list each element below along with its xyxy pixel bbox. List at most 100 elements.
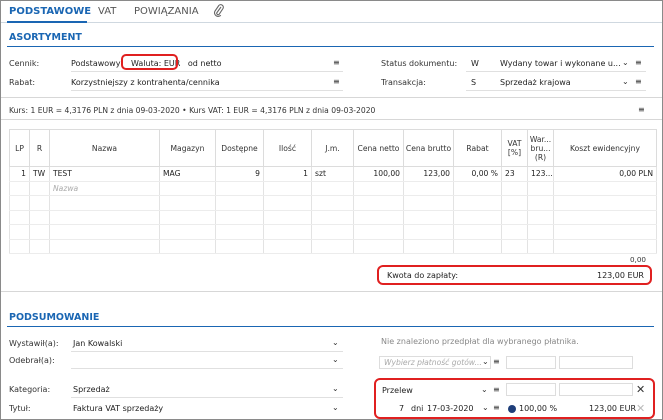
empty-cell[interactable] (453, 181, 502, 196)
chevron-down-icon[interactable]: ⌄ (332, 384, 339, 393)
col-header-nazwa[interactable]: Nazwa (49, 129, 160, 167)
menu-icon[interactable]: ≡ (493, 403, 500, 412)
cell-r[interactable]: TW (29, 166, 50, 182)
table-row-empty (9, 210, 657, 225)
table-row-new[interactable]: Nazwa (9, 181, 657, 196)
empty-cell (453, 239, 502, 254)
transakcja-value[interactable]: Sprzedaż krajowa (500, 78, 571, 87)
przelew-value[interactable]: Przelew (382, 386, 413, 395)
cell-magazyn[interactable]: MAG (159, 166, 216, 182)
empty-cell[interactable] (527, 181, 554, 196)
empty-cell (501, 210, 528, 225)
col-header-jm[interactable]: J.m. (311, 129, 354, 167)
empty-cell[interactable] (353, 181, 404, 196)
empty-cell (29, 210, 50, 225)
status-value[interactable]: Wydany towar i wykonane u... (500, 59, 621, 68)
wystawil-value[interactable]: Jan Kowalski (73, 339, 122, 348)
empty-field[interactable] (559, 383, 633, 396)
cell-vat[interactable]: 23 (501, 166, 528, 182)
chevron-down-icon[interactable]: ⌄ (622, 77, 629, 86)
transakcja-label: Transakcja: (381, 78, 426, 87)
cell-jm[interactable]: szt (311, 166, 354, 182)
col-header-wartosc[interactable]: War... bru... (R) (527, 129, 554, 167)
empty-cell (453, 224, 502, 240)
tab-vat[interactable]: VAT (98, 6, 116, 17)
empty-cell[interactable] (501, 181, 528, 196)
kwota-platnosci[interactable]: 123,00 EUR (589, 404, 636, 413)
col-header-rabat[interactable]: Rabat (453, 129, 502, 167)
kategoria-value[interactable]: Sprzedaż (73, 385, 110, 394)
chevron-down-icon[interactable]: ⌄ (482, 403, 489, 412)
status-code[interactable]: W (471, 59, 479, 68)
cell-lp[interactable]: 1 (9, 166, 30, 182)
empty-cell[interactable] (215, 181, 264, 196)
empty-cell (263, 210, 312, 225)
empty-field[interactable] (506, 383, 556, 396)
menu-icon[interactable]: ≡ (493, 385, 500, 394)
close-icon[interactable]: ✕ (636, 383, 645, 396)
cell-ilosc[interactable]: 1 (263, 166, 312, 182)
chevron-down-icon[interactable]: ⌄ (481, 385, 488, 394)
col-header-dostepne[interactable]: Dostępne (215, 129, 264, 167)
cell-wartosc[interactable]: 123.... (527, 166, 554, 182)
divider (1, 291, 662, 292)
odebral-label: Odebrał(a): (9, 356, 55, 365)
chevron-down-icon[interactable]: ⌄ (332, 355, 339, 364)
cell-dostepne[interactable]: 9 (215, 166, 264, 182)
empty-cell[interactable] (9, 181, 30, 196)
empty-cell[interactable] (553, 181, 657, 196)
paperclip-icon[interactable] (213, 4, 225, 20)
menu-icon[interactable]: ≡ (333, 58, 340, 67)
termin-dni-value[interactable]: 7 (399, 404, 404, 413)
cell-nazwa[interactable]: TEST (49, 166, 160, 182)
menu-icon[interactable]: ≡ (493, 357, 500, 366)
empty-cell (353, 239, 404, 254)
col-header-cena-netto[interactable]: Cena netto (353, 129, 404, 167)
col-header-r[interactable]: R (29, 129, 50, 167)
tab-podstawowe[interactable]: PODSTAWOWE (9, 6, 91, 17)
empty-cell (527, 224, 554, 240)
empty-cell (553, 224, 657, 240)
col-header-vat[interactable]: VAT [%] (501, 129, 528, 167)
empty-cell[interactable] (159, 181, 216, 196)
tab-powiazania[interactable]: POWIĄZANIA (134, 6, 199, 17)
empty-cell[interactable] (403, 181, 454, 196)
chevron-down-icon[interactable]: ⌄ (622, 58, 629, 67)
cell-cena-brutto[interactable]: 123,00 (403, 166, 454, 182)
menu-icon[interactable]: ≡ (638, 105, 645, 114)
tab-bar: PODSTAWOWE VAT POWIĄZANIA (1, 1, 662, 23)
chevron-down-icon[interactable]: ⌄ (332, 403, 339, 412)
table-row[interactable]: 1 TW TEST MAG 9 1 szt 100,00 123,00 0,00… (9, 166, 657, 182)
empty-field[interactable] (559, 356, 633, 369)
termin-date[interactable]: 17-03-2020 (427, 404, 474, 413)
empty-cell (353, 195, 404, 211)
col-header-magazyn[interactable]: Magazyn (159, 129, 216, 167)
cell-cena-netto[interactable]: 100,00 (353, 166, 404, 182)
field-underline (71, 90, 343, 91)
platnosc-select[interactable]: Wybierz płatność gotów... (379, 356, 491, 369)
transakcja-code[interactable]: S (471, 78, 476, 87)
menu-icon[interactable]: ≡ (333, 77, 340, 86)
col-header-ilosc[interactable]: Ilość (263, 129, 312, 167)
empty-cell[interactable] (29, 181, 50, 196)
empty-cell[interactable] (263, 181, 312, 196)
cell-rabat[interactable]: 0,00 % (453, 166, 502, 182)
new-row-name-placeholder[interactable]: Nazwa (49, 181, 160, 196)
cell-koszt[interactable]: 0,00 PLN (553, 166, 657, 182)
col-header-koszt[interactable]: Koszt ewidencyjny (553, 129, 657, 167)
close-icon[interactable]: ✕ (636, 402, 645, 415)
col-header-cena-brutto[interactable]: Cena brutto (403, 129, 454, 167)
rabat-value[interactable]: Korzystniejszy z kontrahenta/cennika (71, 78, 220, 87)
menu-icon[interactable]: ≡ (635, 77, 642, 86)
chevron-down-icon[interactable]: ⌄ (332, 338, 339, 347)
procent-value[interactable]: 100,00 % (519, 404, 557, 413)
empty-field[interactable] (506, 356, 556, 369)
col-header-lp[interactable]: LP (9, 129, 30, 167)
field-underline (71, 368, 343, 369)
empty-cell[interactable] (311, 181, 354, 196)
empty-cell (263, 195, 312, 211)
field-underline (466, 71, 646, 72)
menu-icon[interactable]: ≡ (635, 58, 642, 67)
chevron-down-icon[interactable]: ⌄ (482, 357, 489, 366)
tytul-value[interactable]: Faktura VAT sprzedaży (73, 404, 163, 413)
